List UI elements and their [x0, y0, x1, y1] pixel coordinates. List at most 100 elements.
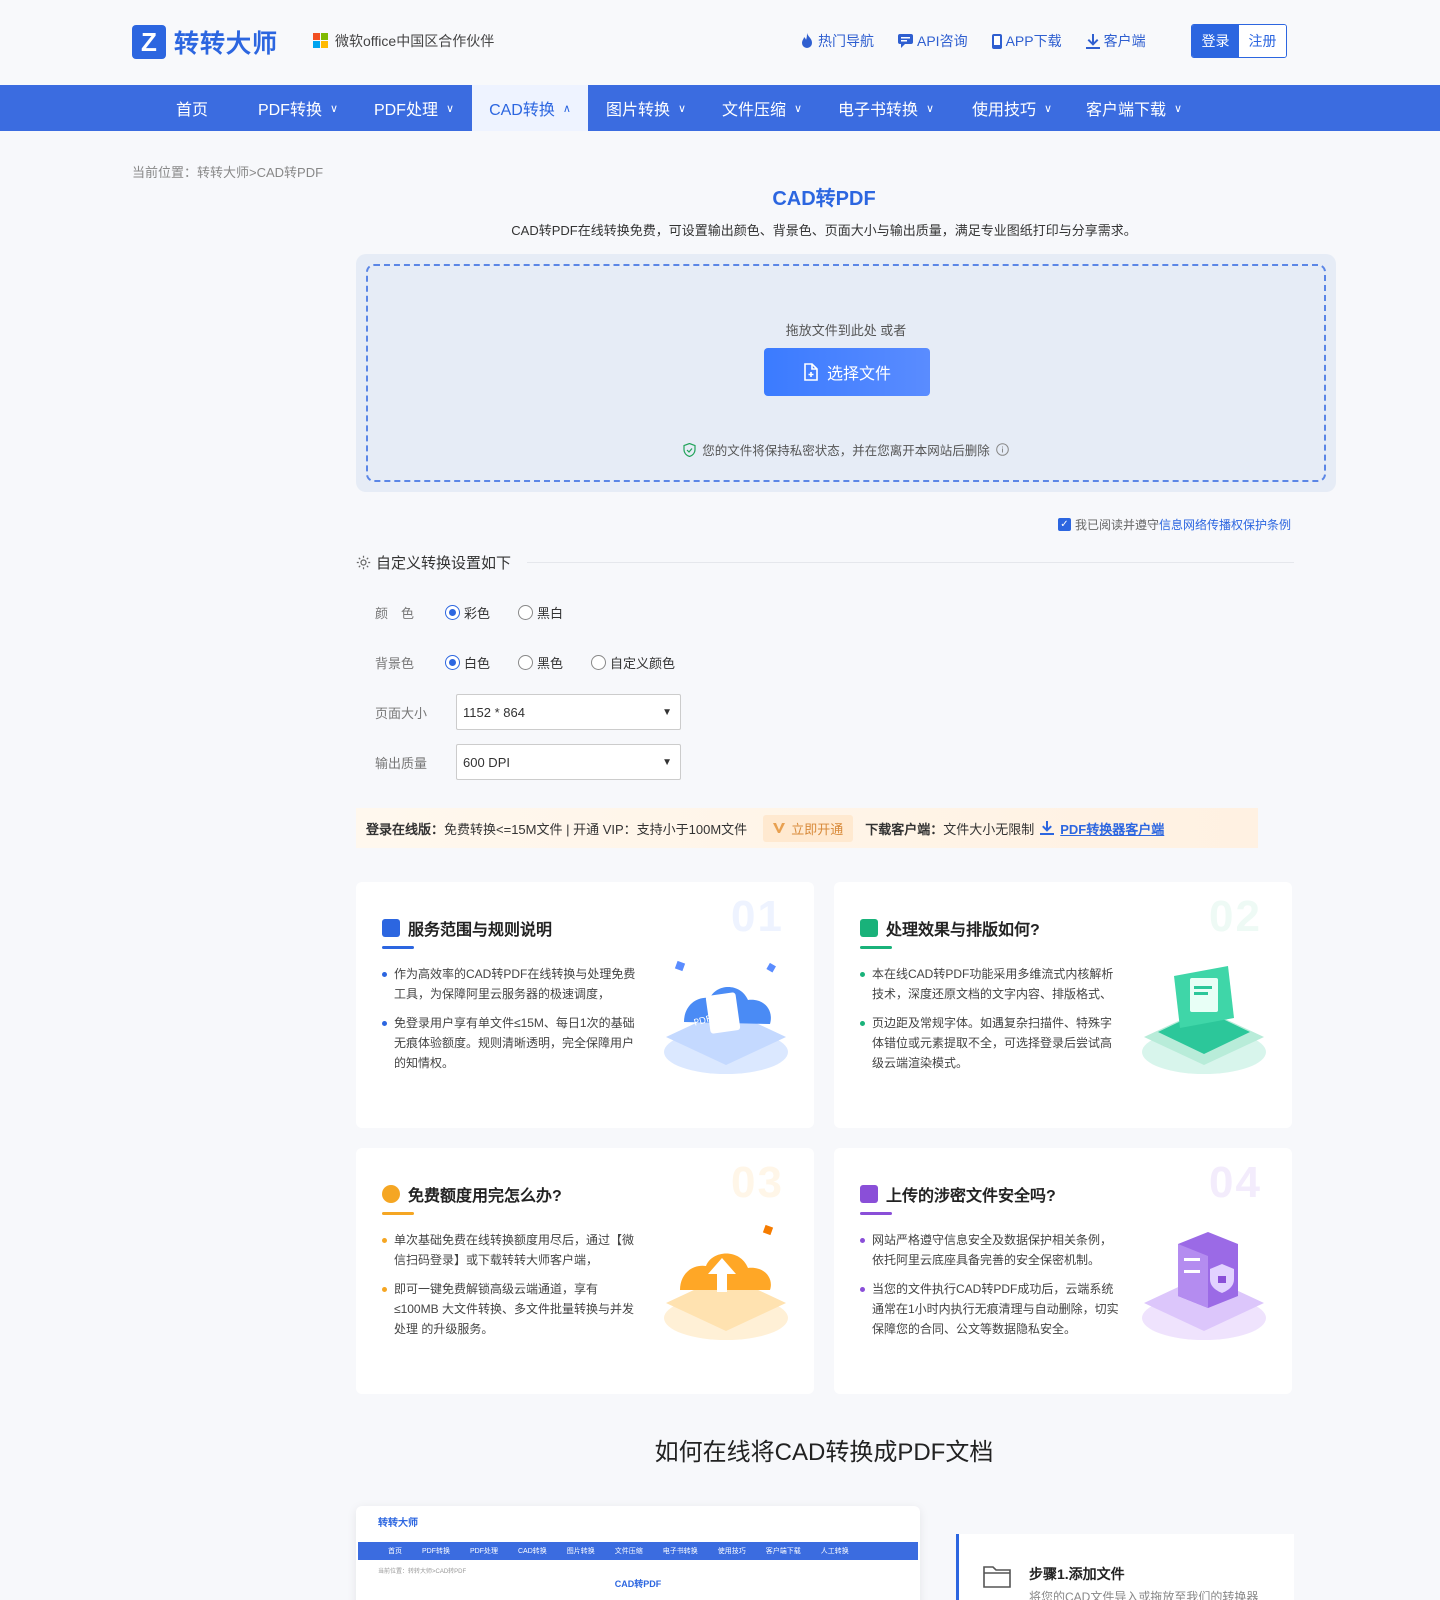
drop-zone[interactable]: 拖放文件到此处 或者 选择文件 您的文件将保持私密状态，并在您离开本网站后删除: [366, 264, 1326, 482]
partner-badge: 微软office中国区合作伙伴: [313, 31, 494, 51]
logo-text: 转转大师: [174, 30, 279, 58]
client-label: 客户端: [1103, 33, 1146, 49]
color-option-color[interactable]: 彩色: [445, 603, 490, 622]
shot-nav-item: 电子书转换: [662, 1548, 698, 1555]
top-links: 热门导航 API咨询 APP下载 客户端: [800, 31, 1170, 51]
client-link[interactable]: 客户端: [1085, 31, 1146, 51]
card-bullet: 免登录用户享有单文件≤15M、每日1次的基础无痕体验额度。规则清晰透明，完全保障…: [382, 1013, 642, 1073]
nav-image-convert[interactable]: 图片转换 ∨: [588, 85, 704, 131]
nav-cad-convert[interactable]: CAD转换 ∧: [472, 85, 588, 131]
background-label: 背景色: [375, 656, 415, 671]
card-bullet: 单次基础免费在线转换额度用尽后，通过【微信扫码登录】或下载转转大师客户端，: [382, 1230, 642, 1270]
privacy-note: 您的文件将保持私密状态，并在您离开本网站后删除: [368, 440, 1324, 459]
shot-nav-item: 文件压缩: [614, 1548, 643, 1555]
document-icon: [382, 919, 400, 937]
nav-pdf-process[interactable]: PDF处理 ∨: [356, 85, 472, 131]
page-size-label: 页面大小: [375, 705, 428, 721]
choose-file-button[interactable]: 选择文件: [764, 348, 930, 396]
vip-open-button[interactable]: 立即开通: [763, 814, 854, 842]
radio-label: 自定义颜色: [610, 656, 676, 671]
partner-text: 微软office中国区合作伙伴: [335, 33, 495, 49]
nav-pdf-convert[interactable]: PDF转换 ∨: [240, 85, 356, 131]
card-bullet: 页边距及常规字体。如遇复杂扫描件、特殊字体错位或元素提取不全，可选择登录后尝试高…: [860, 1013, 1120, 1073]
quality-label: 输出质量: [375, 755, 428, 771]
settings-title: 自定义转换设置如下: [376, 555, 512, 572]
nav-ebook-convert[interactable]: 电子书转换 ∨: [820, 85, 952, 131]
info-card: 03 免费额度用完怎么办? 单次基础免费在线转换额度用尽后，通过【微信扫码登录】…: [356, 1148, 814, 1394]
auth-group: 登录 注册: [1191, 24, 1287, 58]
layout-icon: [860, 919, 878, 937]
shot-nav-item: PDF处理: [470, 1548, 498, 1555]
nav-label: CAD转换: [489, 102, 555, 119]
nav-compress[interactable]: 文件压缩 ∨: [704, 85, 820, 131]
folder-icon: [983, 1566, 1011, 1588]
choose-file-label: 选择文件: [826, 366, 891, 383]
nav-client-download[interactable]: 客户端下载 ∨: [1072, 85, 1196, 131]
app-download-link[interactable]: APP下载: [991, 31, 1062, 51]
info-card: 01 服务范围与规则说明 作为高效率的CAD转PDF在线转换与处理免费工具，为保…: [356, 882, 814, 1128]
bg-option-custom[interactable]: 自定义颜色: [591, 653, 675, 672]
card-title-text: 处理效果与排版如何?: [886, 922, 1040, 939]
title-underline: [860, 946, 892, 949]
chevron-down-icon: ∨: [1173, 102, 1183, 115]
chevron-down-icon: ∨: [1043, 102, 1053, 115]
client-download-link[interactable]: PDF转换器客户端: [1040, 819, 1164, 838]
info-icon[interactable]: [995, 443, 1009, 456]
chevron-down-icon: ▼: [662, 756, 672, 768]
file-add-icon: [804, 363, 818, 381]
lightbulb-icon: [382, 1185, 400, 1203]
radio-icon: [518, 655, 534, 670]
agree-checkbox[interactable]: ✓: [1058, 518, 1071, 531]
info-card: 04 上传的涉密文件安全吗? 网站严格遵守信息安全及数据保护相关条例，依托阿里云…: [834, 1148, 1292, 1394]
nav-label: PDF转换: [257, 102, 322, 119]
cloud-pdf-illustration: PDF: [664, 960, 788, 1074]
shot-nav-item: PDF转换: [422, 1548, 450, 1555]
phone-icon: [991, 33, 1002, 49]
radio-icon: [445, 655, 460, 670]
title-underline: [860, 1212, 892, 1215]
hot-nav-label: 热门导航: [818, 33, 874, 49]
site-logo[interactable]: Z 转转大师: [132, 24, 278, 60]
server-security-illustration: [1142, 1232, 1266, 1340]
hot-nav-link[interactable]: 热门导航: [800, 31, 874, 51]
login-button[interactable]: 登录: [1192, 25, 1239, 57]
nav-tips[interactable]: 使用技巧 ∨: [952, 85, 1072, 131]
nav-home[interactable]: 首页: [144, 85, 240, 131]
download-icon: [1085, 33, 1100, 49]
cloud-upload-illustration: [664, 1224, 788, 1340]
shot-nav-item: 使用技巧: [717, 1548, 746, 1555]
shield-icon: [683, 442, 696, 457]
nav-label: 客户端下载: [1085, 102, 1166, 119]
shot-title: CAD转PDF: [614, 1579, 662, 1589]
gear-icon: [356, 555, 371, 570]
chevron-down-icon: ∨: [925, 102, 935, 115]
page-size-select[interactable]: 1152 * 864 ▼: [456, 694, 681, 730]
card-bullets: 本在线CAD转PDF功能采用多维流式内核解析技术，深度还原文档的文字内容、排版格…: [860, 964, 1120, 1082]
bg-option-white[interactable]: 白色: [445, 653, 490, 672]
microsoft-icon: [313, 33, 329, 49]
background-row: 背景色 白色 黑色 自定义颜色: [375, 653, 703, 672]
online-label: 登录在线版：: [366, 821, 445, 837]
privacy-text: 您的文件将保持私密状态，并在您离开本网站后删除: [702, 444, 990, 458]
quality-select[interactable]: 600 DPI ▼: [456, 744, 681, 780]
agree-terms-link[interactable]: 信息网络传播权保护条例: [1159, 516, 1291, 533]
shot-logo: 转转大师: [378, 1517, 418, 1529]
card-bullet: 即可一键免费解锁高级云端通道，享有≤100MB 大文件转换、多文件批量转换与并发…: [382, 1279, 642, 1339]
chevron-down-icon: ∨: [329, 102, 339, 115]
divider: [527, 562, 1294, 563]
vip-icon: [773, 823, 786, 833]
register-button[interactable]: 注册: [1239, 25, 1286, 57]
upload-area[interactable]: 拖放文件到此处 或者 选择文件 您的文件将保持私密状态，并在您离开本网站后删除: [356, 254, 1336, 492]
card-number: 02: [1209, 892, 1262, 941]
api-link[interactable]: API咨询: [898, 31, 968, 51]
card-bullets: 单次基础免费在线转换额度用尽后，通过【微信扫码登录】或下载转转大师客户端， 即可…: [382, 1230, 642, 1348]
api-label: API咨询: [917, 33, 968, 49]
shot-nav-item: 图片转换: [566, 1548, 595, 1555]
card-title-text: 免费额度用完怎么办?: [408, 1188, 562, 1205]
chevron-down-icon: ∨: [445, 102, 455, 115]
lock-icon: [860, 1185, 878, 1203]
color-option-bw[interactable]: 黑白: [518, 603, 563, 622]
nav-label: 使用技巧: [971, 102, 1036, 119]
bg-option-black[interactable]: 黑色: [518, 653, 563, 672]
logo-mark: Z: [132, 25, 166, 59]
